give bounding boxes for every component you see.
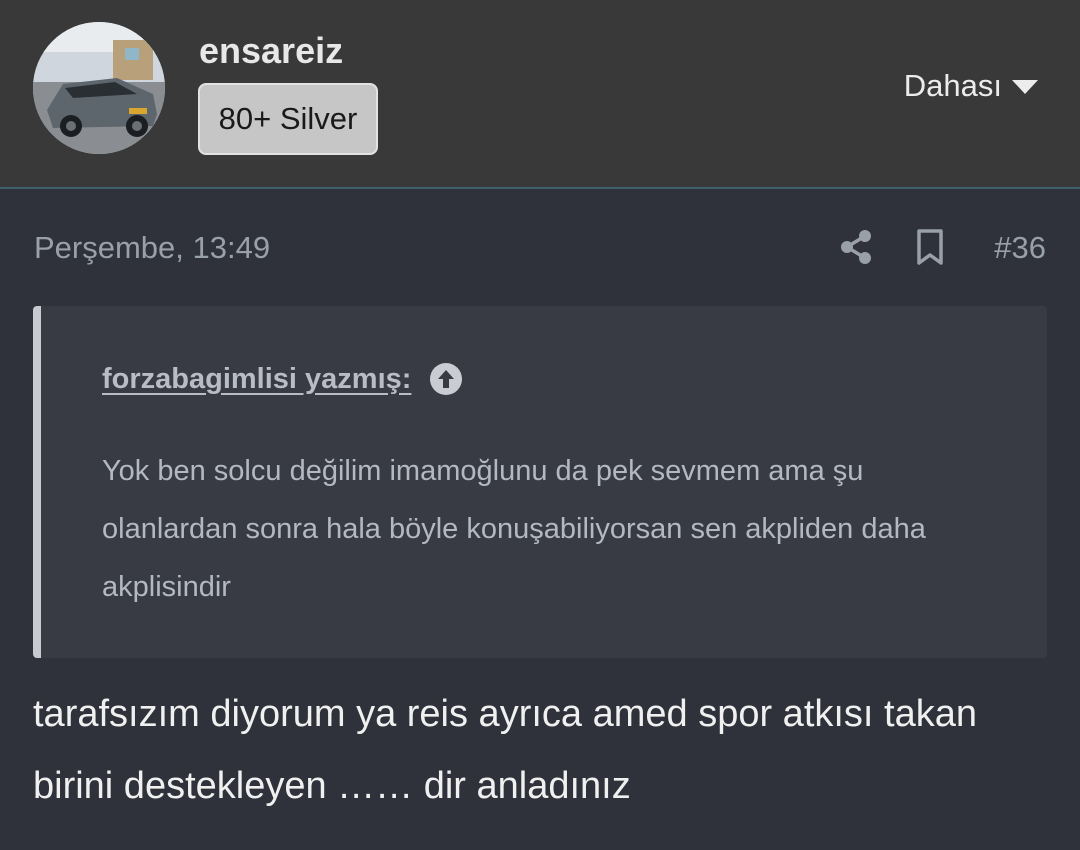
more-menu-label: Dahası [903,68,1002,103]
post-number-link[interactable]: #36 [994,230,1046,266]
quote-header: forzabagimlisi yazmış: [102,362,463,396]
share-icon[interactable] [838,229,874,265]
arrow-up-circle-icon[interactable] [429,362,463,396]
quote-text: Yok ben solcu değilim imamoğlunu da pek … [102,455,926,603]
username[interactable]: ensareiz [199,30,343,72]
bookmark-icon[interactable] [914,228,946,266]
post-date[interactable]: Perşembe, 13:49 [34,230,270,266]
profile-header: ensareiz 80+ Silver Dahası [0,0,1080,189]
post-body: tarafsızım diyorum ya reis ayrıca amed s… [33,693,978,807]
quote-block: forzabagimlisi yazmış: Yok ben solcu değ… [33,306,1047,658]
avatar[interactable] [33,22,165,154]
user-rank-badge: 80+ Silver [198,83,378,155]
chevron-down-icon [1012,80,1038,94]
avatar-car-image [33,22,165,154]
quote-author-link[interactable]: forzabagimlisi yazmış: [102,363,411,396]
more-menu-button[interactable]: Dahası [904,68,1038,104]
